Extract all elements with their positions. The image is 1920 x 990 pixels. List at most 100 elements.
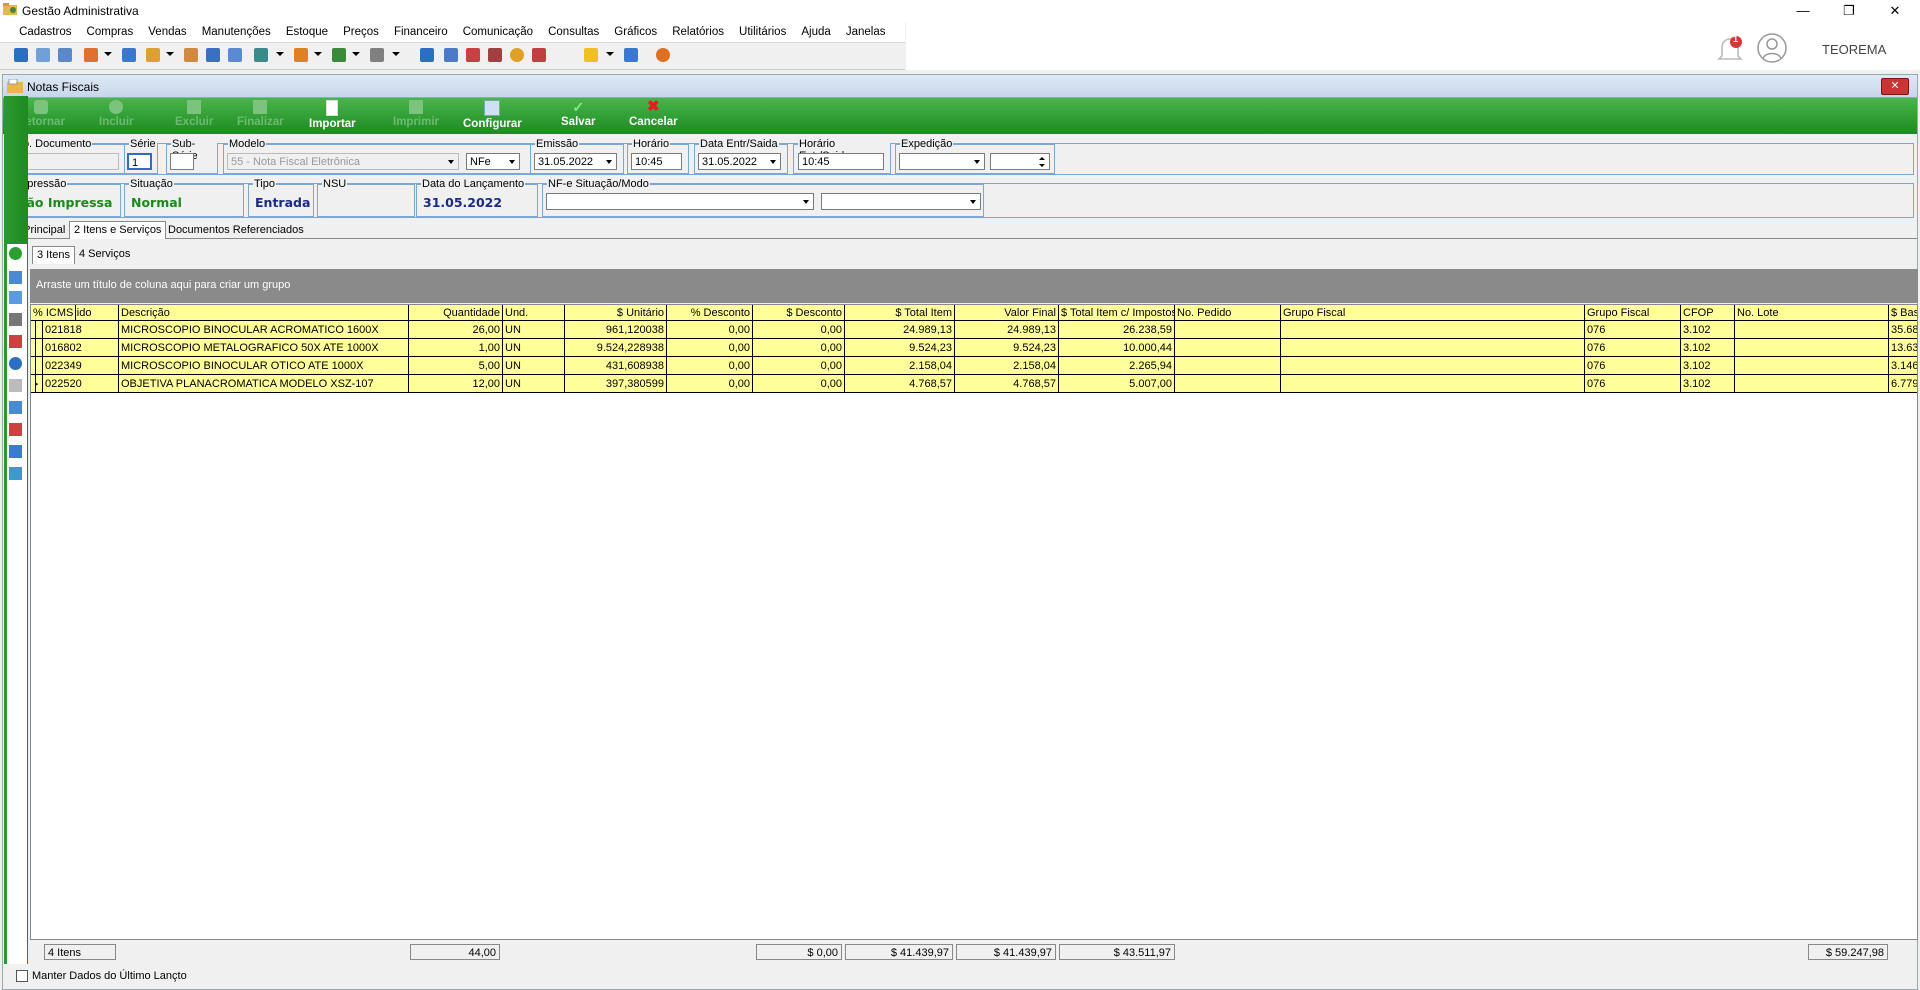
tree-icon[interactable] <box>84 48 98 62</box>
group-by-panel[interactable]: Arraste um título de coluna aqui para cr… <box>30 269 1918 303</box>
salvar-button[interactable]: ✓ Salvar <box>561 100 596 128</box>
column-header[interactable]: % ICMS <box>31 305 77 321</box>
users-icon[interactable] <box>9 467 22 480</box>
clock-icon[interactable] <box>510 48 524 62</box>
person-icon[interactable] <box>184 48 198 62</box>
edit-item-icon[interactable] <box>9 271 22 284</box>
table-cell[interactable]: 021818 <box>43 321 119 339</box>
table-cell[interactable]: 022349 <box>43 357 119 375</box>
table-cell[interactable] <box>1735 321 1889 339</box>
table-cell[interactable]: 2.158,04 <box>845 357 955 375</box>
subtab-itens[interactable]: 3 Itens <box>32 246 76 264</box>
table-cell[interactable]: UN <box>503 339 565 357</box>
table-cell[interactable] <box>1281 357 1585 375</box>
table-cell[interactable] <box>31 375 36 393</box>
report-icon[interactable] <box>420 48 434 62</box>
table-cell[interactable]: 9.524,228938 <box>565 339 667 357</box>
chevron-down-icon[interactable] <box>392 52 400 56</box>
table-cell[interactable]: 076 <box>1585 357 1681 375</box>
table-cell[interactable] <box>1175 321 1281 339</box>
column-header[interactable]: $ Base ICMS <box>1889 305 1917 321</box>
table-cell[interactable]: OBJETIVA PLANACROMATICA MODELO XSZ-107 <box>119 375 409 393</box>
document-icon[interactable] <box>9 401 22 414</box>
calculator-icon[interactable] <box>444 48 458 62</box>
filter-icon[interactable] <box>9 291 22 304</box>
configurar-button[interactable]: Configurar <box>463 100 522 130</box>
data-entr-date[interactable]: 31.05.2022 <box>698 153 781 170</box>
horario-input[interactable]: 10:45 <box>631 153 682 170</box>
table-cell[interactable]: 0,00 <box>753 321 845 339</box>
printer-icon[interactable] <box>370 48 384 62</box>
importar-button[interactable]: Importar <box>309 100 356 130</box>
table-cell[interactable]: 076 <box>1585 321 1681 339</box>
table-cell[interactable]: 10.000,44 <box>1059 339 1175 357</box>
search-report-icon[interactable] <box>532 48 546 62</box>
table-cell[interactable]: 0,00 <box>667 357 753 375</box>
table-cell[interactable] <box>31 357 36 375</box>
cancelar-button[interactable]: ✖ Cancelar <box>629 99 678 128</box>
info-icon[interactable] <box>9 357 22 370</box>
table-cell[interactable]: 13.634,80 <box>1889 339 1917 357</box>
menu-ajuda[interactable]: Ajuda <box>795 22 836 42</box>
column-header[interactable]: Und. <box>503 305 565 321</box>
table-cell[interactable] <box>1735 375 1889 393</box>
table-cell[interactable]: MICROSCOPIO BINOCULAR OTICO ATE 1000X <box>119 357 409 375</box>
menu-utilitarios[interactable]: Utilitários <box>733 22 792 42</box>
table-cell[interactable] <box>1735 339 1889 357</box>
power-icon[interactable] <box>656 48 670 62</box>
clear-icon[interactable] <box>9 335 22 348</box>
list-icon[interactable] <box>228 48 242 62</box>
table-cell[interactable]: MICROSCOPIO METALOGRAFICO 50X ATE 1000X <box>119 339 409 357</box>
table-cell[interactable] <box>1281 375 1585 393</box>
user-avatar-icon[interactable] <box>1756 32 1788 64</box>
table-cell[interactable]: UN <box>503 321 565 339</box>
table-cell[interactable] <box>1281 339 1585 357</box>
column-header[interactable]: No. Lote <box>1735 305 1889 321</box>
column-header[interactable]: Descrição <box>119 305 409 321</box>
table-cell[interactable]: 0,00 <box>753 357 845 375</box>
delete-item-icon[interactable] <box>9 313 22 326</box>
tab-itens-servicos[interactable]: 2 Itens e Serviços <box>69 221 167 239</box>
menu-financeiro[interactable]: Financeiro <box>388 22 454 42</box>
emissao-date[interactable]: 31.05.2022 <box>534 153 617 170</box>
no-documento-input[interactable] <box>13 153 119 170</box>
table-cell[interactable]: 0,00 <box>667 321 753 339</box>
truck-icon[interactable] <box>294 48 308 62</box>
excluir-button[interactable]: Excluir <box>175 100 213 128</box>
book-icon[interactable] <box>9 423 22 436</box>
subtab-servicos[interactable]: 4 Serviços <box>75 246 134 263</box>
table-cell[interactable]: UN <box>503 375 565 393</box>
table-cell[interactable]: 961,120038 <box>565 321 667 339</box>
table-cell[interactable]: 35.686,33 <box>1889 321 1917 339</box>
table-cell[interactable]: 3.102 <box>1681 375 1735 393</box>
table-cell[interactable] <box>1175 339 1281 357</box>
chevron-down-icon[interactable] <box>314 52 322 56</box>
table-cell[interactable]: 12,00 <box>409 375 503 393</box>
table-cell[interactable]: 076 <box>1585 375 1681 393</box>
users-icon[interactable] <box>36 48 50 62</box>
checkbox-box[interactable] <box>16 970 28 983</box>
menu-graficos[interactable]: Gráficos <box>608 22 663 42</box>
table-cell[interactable] <box>1175 357 1281 375</box>
table-cell[interactable]: 3.102 <box>1681 339 1735 357</box>
column-header[interactable]: Grupo Fiscal <box>1281 305 1585 321</box>
chevron-down-icon[interactable] <box>166 52 174 56</box>
minimize-button[interactable]: — <box>1780 0 1826 22</box>
table-cell[interactable]: 4.768,57 <box>955 375 1059 393</box>
column-header[interactable]: No. Pedido <box>1175 305 1281 321</box>
menu-janelas[interactable]: Janelas <box>840 22 892 42</box>
menu-manutencoes[interactable]: Manutenções <box>196 22 277 42</box>
table-cell[interactable]: 016802 <box>43 339 119 357</box>
table-cell[interactable]: 3.146,97 <box>1889 357 1917 375</box>
close-button[interactable]: ✕ <box>1872 0 1918 22</box>
finalizar-button[interactable]: Finalizar <box>237 100 284 128</box>
chevron-down-icon[interactable] <box>352 52 360 56</box>
table-cell[interactable]: 9.524,23 <box>845 339 955 357</box>
chevron-down-icon[interactable] <box>104 52 112 56</box>
table-cell[interactable]: UN <box>503 357 565 375</box>
expedicao-spinner[interactable] <box>990 153 1050 170</box>
chevron-down-icon[interactable] <box>276 52 284 56</box>
grid-icon[interactable] <box>9 445 22 458</box>
menu-consultas[interactable]: Consultas <box>542 22 605 42</box>
menu-comunicacao[interactable]: Comunicação <box>457 22 539 42</box>
